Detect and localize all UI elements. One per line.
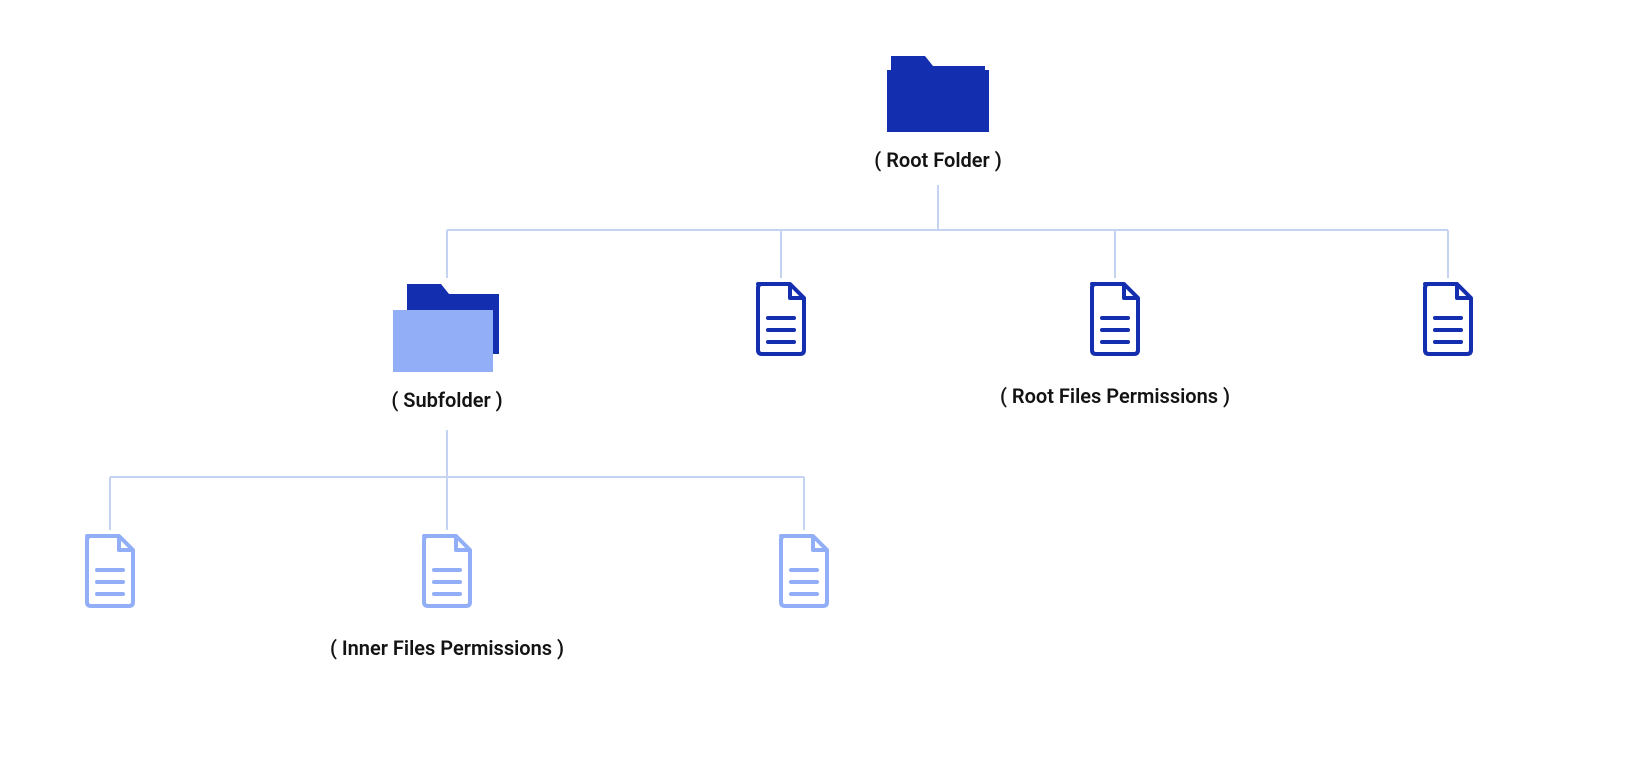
root-files-label: ( Root Files Permissions ) [1000, 384, 1230, 408]
file-icon [773, 532, 835, 610]
inner-file-1 [79, 532, 141, 610]
inner-files-label: ( Inner Files Permissions ) [330, 636, 564, 660]
inner-file-3 [773, 532, 835, 610]
inner-file-2: ( Inner Files Permissions ) [416, 532, 478, 610]
file-icon [416, 532, 478, 610]
root-folder-label: ( Root Folder ) [874, 148, 1001, 172]
subfolder-label: ( Subfolder ) [391, 388, 502, 412]
hierarchy-diagram: ( Root Folder ) ( Subfolder ) ( Root Fil… [0, 0, 1651, 770]
connector-lines [0, 0, 1651, 770]
file-icon [750, 280, 812, 358]
file-icon [79, 532, 141, 610]
folder-icon [883, 48, 993, 134]
root-folder-node: ( Root Folder ) [878, 48, 998, 172]
root-file-3 [1417, 280, 1479, 358]
root-file-1 [750, 280, 812, 358]
subfolder-node: ( Subfolder ) [387, 278, 507, 412]
file-icon [1084, 280, 1146, 358]
root-file-2: ( Root Files Permissions ) [1084, 280, 1146, 358]
file-icon [1417, 280, 1479, 358]
subfolder-icon [387, 278, 507, 374]
